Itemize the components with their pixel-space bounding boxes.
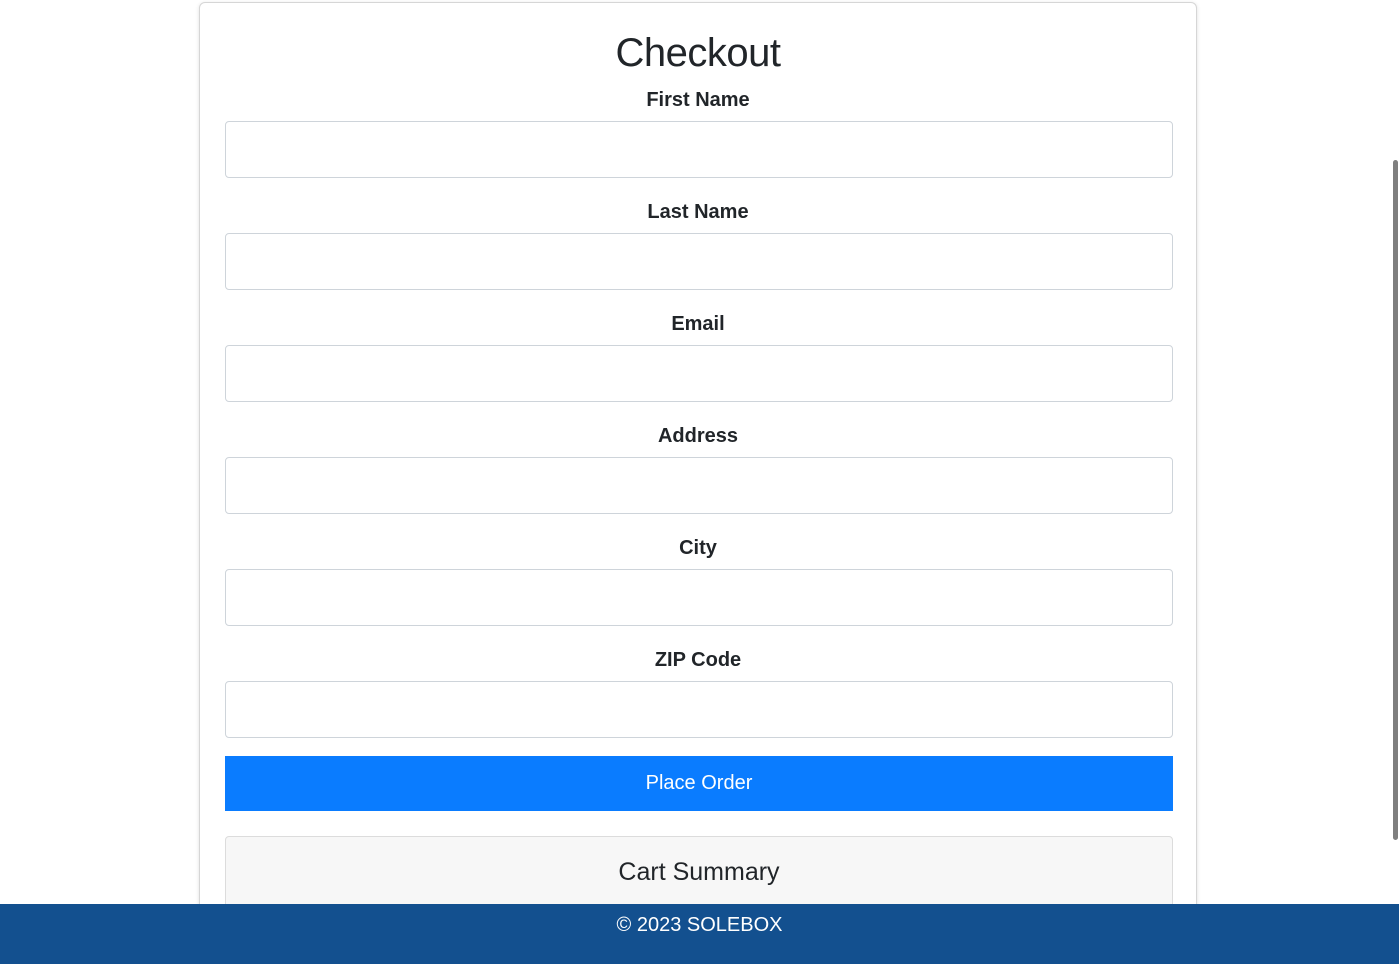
checkout-page: Checkout First Name Last Name Email Addr… [0, 0, 1399, 964]
zip-code-input[interactable] [225, 681, 1173, 738]
address-label: Address [657, 425, 739, 447]
email-label: Email [671, 313, 725, 335]
last-name-input[interactable] [225, 233, 1173, 290]
scrollbar[interactable] [1393, 0, 1399, 904]
zip-code-label: ZIP Code [654, 649, 742, 671]
scrollbar-thumb[interactable] [1393, 160, 1398, 840]
footer: © 2023 SOLEBOX [0, 904, 1399, 964]
footer-copyright: © 2023 SOLEBOX [616, 914, 783, 936]
email-input[interactable] [225, 345, 1173, 402]
first-name-label: First Name [646, 89, 750, 111]
first-name-input[interactable] [225, 121, 1173, 178]
city-input[interactable] [225, 569, 1173, 626]
cart-summary-title: Cart Summary [618, 858, 780, 886]
checkout-card: Checkout First Name Last Name Email Addr… [199, 2, 1197, 964]
address-input[interactable] [225, 457, 1173, 514]
last-name-label: Last Name [647, 201, 749, 223]
page-title: Checkout [615, 31, 781, 75]
city-label: City [679, 537, 717, 559]
place-order-button[interactable]: Place Order [225, 756, 1173, 811]
